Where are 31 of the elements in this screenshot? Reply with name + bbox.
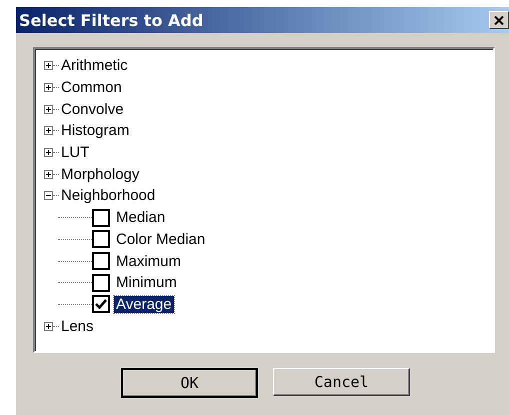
tree-item[interactable]: Arithmetic [59,57,130,74]
expand-icon[interactable] [44,126,53,136]
tree-item[interactable]: Common [59,79,124,96]
expand-icon[interactable] [44,104,53,114]
expand-icon[interactable] [44,61,53,70]
window-title: Select Filters to Add [19,10,204,30]
checkbox[interactable] [92,295,110,314]
tree-item[interactable]: Median [114,209,168,226]
tree-item[interactable]: Average [114,296,174,313]
tree-item[interactable]: Minimum [114,274,179,292]
tree-item[interactable]: Maximum [114,252,184,270]
tree-item[interactable]: Color Median [114,230,208,248]
checkbox[interactable] [92,208,110,227]
ok-button[interactable]: OK [121,368,258,398]
expand-icon[interactable] [44,148,53,158]
checkbox[interactable] [92,230,110,248]
close-button[interactable] [489,11,509,29]
expand-icon[interactable] [44,170,53,179]
tree-item[interactable]: Morphology [59,166,142,183]
checkbox[interactable] [92,252,110,270]
tree-item[interactable]: Convolve [59,100,126,118]
tree-item[interactable]: Neighborhood [59,187,158,204]
collapse-icon[interactable] [44,191,53,200]
expand-icon[interactable] [44,322,53,331]
checkbox[interactable] [92,274,110,292]
tree-item[interactable]: LUT [59,144,92,162]
cancel-button[interactable]: Cancel [273,368,410,396]
close-icon [494,16,504,24]
expand-icon[interactable] [44,83,53,92]
tree-item[interactable]: Histogram [59,122,132,140]
tree-item[interactable]: Lens [59,318,96,335]
